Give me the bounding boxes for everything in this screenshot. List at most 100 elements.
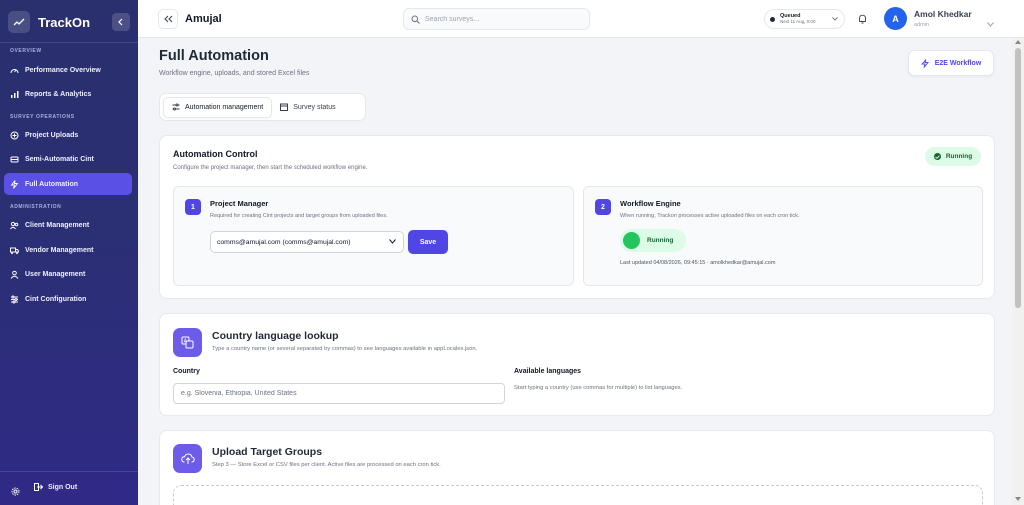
country-label: Country	[173, 368, 200, 375]
sliders-icon	[10, 295, 19, 304]
automation-control-card: Automation Control Configure the project…	[159, 135, 995, 299]
workflow-engine-toggle[interactable]: Running	[620, 229, 686, 252]
check-circle-icon	[933, 153, 941, 160]
calendar-icon	[280, 103, 289, 111]
page-title: Full Automation	[159, 48, 269, 64]
sidebar-item-user-management[interactable]: User Management	[4, 263, 132, 285]
panel-description: When running, Trackon processes active u…	[620, 213, 800, 219]
back-button[interactable]	[158, 9, 178, 29]
main-content: Full Automation Workflow engine, uploads…	[138, 38, 1012, 505]
section-label-survey-operations: SURVEY OPERATIONS	[10, 114, 75, 120]
section-label-administration: ADMINISTRATION	[10, 204, 62, 210]
sidebar-item-performance-overview[interactable]: Performance Overview	[4, 59, 132, 81]
bus-icon	[10, 155, 19, 164]
chevron-down-icon	[389, 239, 396, 246]
search-box[interactable]	[403, 8, 590, 30]
avatar[interactable]: A	[884, 7, 907, 30]
card-title: Upload Target Groups	[212, 446, 323, 458]
sliders-icon	[172, 103, 180, 111]
toggle-knob	[623, 232, 640, 249]
card-title: Automation Control	[173, 149, 258, 159]
double-chevron-left-icon	[163, 15, 172, 23]
step-badge: 1	[185, 199, 201, 215]
top-header: Amujal Queued Next 11 Aug, 0:00 A Amol K…	[138, 0, 1024, 38]
queue-next: Next 11 Aug, 0:00	[780, 19, 816, 24]
panel-description: Required for creating Cint projects and …	[210, 213, 388, 219]
org-name: Amujal	[185, 13, 222, 25]
sidebar-item-cint-configuration[interactable]: Cint Configuration	[4, 288, 132, 310]
divider	[0, 42, 138, 43]
app-name: TrackOn	[38, 14, 91, 30]
country-lookup-card: A Country language lookup Type a country…	[159, 313, 995, 416]
sidebar: TrackOn OVERVIEW Performance Overview Re…	[0, 0, 138, 505]
search-input[interactable]	[425, 15, 575, 23]
truck-icon	[10, 246, 19, 255]
card-subtitle: Step 3 — Store Excel or CSV files per cl…	[212, 462, 441, 468]
chevron-left-icon	[118, 18, 123, 26]
status-badge: Running	[925, 147, 981, 166]
save-button[interactable]: Save	[408, 230, 448, 254]
lightning-icon	[10, 179, 19, 189]
sign-out-button[interactable]: Sign Out	[34, 483, 77, 491]
sidebar-footer: Sign Out	[0, 476, 138, 498]
tab-label: Automation management	[185, 103, 264, 111]
tab-survey-status[interactable]: Survey status	[272, 97, 343, 118]
sidebar-item-label: Performance Overview	[25, 66, 101, 74]
card-subtitle: Type a country name (or several separate…	[212, 346, 478, 352]
upload-target-groups-card: Upload Target Groups Step 3 — Store Exce…	[159, 430, 995, 505]
sidebar-item-project-uploads[interactable]: Project Uploads	[4, 124, 132, 146]
project-manager-select[interactable]: comms@amujal.com (comms@amujal.com)	[210, 231, 404, 253]
scrollbar-thumb[interactable]	[1015, 48, 1021, 308]
sidebar-item-label: Client Management	[25, 221, 90, 229]
divider	[0, 471, 138, 472]
settings-icon[interactable]	[11, 483, 20, 501]
panel-title: Workflow Engine	[620, 199, 681, 208]
country-input[interactable]	[173, 383, 505, 404]
sidebar-item-semi-automatic-cint[interactable]: Semi-Automatic Cint	[4, 148, 132, 170]
selected-value: comms@amujal.com (comms@amujal.com)	[217, 238, 351, 246]
section-label-overview: OVERVIEW	[10, 48, 42, 54]
chevron-down-icon	[832, 17, 838, 21]
sidebar-item-label: Full Automation	[25, 180, 79, 188]
gauge-icon	[10, 66, 19, 75]
bell-icon[interactable]	[854, 11, 870, 27]
sidebar-item-label: User Management	[25, 270, 86, 278]
sign-out-icon	[34, 483, 43, 491]
sidebar-item-label: Cint Configuration	[25, 295, 87, 303]
chevron-down-icon[interactable]	[987, 14, 994, 32]
trending-up-icon	[8, 11, 30, 33]
e2e-workflow-label: E2E Workflow	[934, 59, 982, 67]
e2e-workflow-button[interactable]: E2E Workflow	[908, 50, 994, 76]
sidebar-item-full-automation[interactable]: Full Automation	[4, 173, 132, 195]
users-icon	[10, 221, 19, 230]
page-scrollbar[interactable]	[1012, 38, 1024, 505]
sidebar-item-vendor-management[interactable]: Vendor Management	[4, 239, 132, 261]
bar-chart-icon	[10, 90, 19, 99]
translate-icon: A	[173, 328, 202, 357]
last-updated: Last updated 04/08/2026, 09:45:15 · amol…	[620, 260, 776, 266]
user-name: Amol Khedkar	[914, 9, 972, 19]
step-badge: 2	[595, 199, 611, 215]
lightning-icon	[920, 58, 929, 68]
sidebar-item-client-management[interactable]: Client Management	[4, 214, 132, 236]
languages-label: Available languages	[514, 368, 582, 375]
card-subtitle: Configure the project manager, then star…	[173, 165, 368, 171]
sidebar-item-label: Vendor Management	[25, 246, 94, 254]
queue-status-pill[interactable]: Queued Next 11 Aug, 0:00	[764, 9, 845, 29]
tab-automation-management[interactable]: Automation management	[163, 96, 273, 118]
cloud-upload-icon	[173, 444, 202, 473]
collapse-sidebar-button[interactable]	[112, 13, 130, 31]
page-subtitle: Workflow engine, uploads, and stored Exc…	[159, 70, 310, 77]
project-manager-panel: 1 Project Manager Required for creating …	[173, 186, 574, 286]
scroll-up-icon[interactable]	[1015, 40, 1021, 44]
sign-out-label: Sign Out	[48, 483, 78, 491]
file-dropzone[interactable]	[173, 485, 983, 505]
sidebar-item-reports-analytics[interactable]: Reports & Analytics	[4, 83, 132, 105]
toggle-label: Running	[647, 237, 674, 244]
scroll-down-icon[interactable]	[1015, 497, 1021, 501]
tab-bar: Automation management Survey status	[159, 93, 366, 121]
status-label: Running	[945, 153, 973, 160]
brand: TrackOn	[8, 10, 130, 34]
search-icon	[411, 15, 420, 24]
upload-icon	[10, 131, 19, 140]
